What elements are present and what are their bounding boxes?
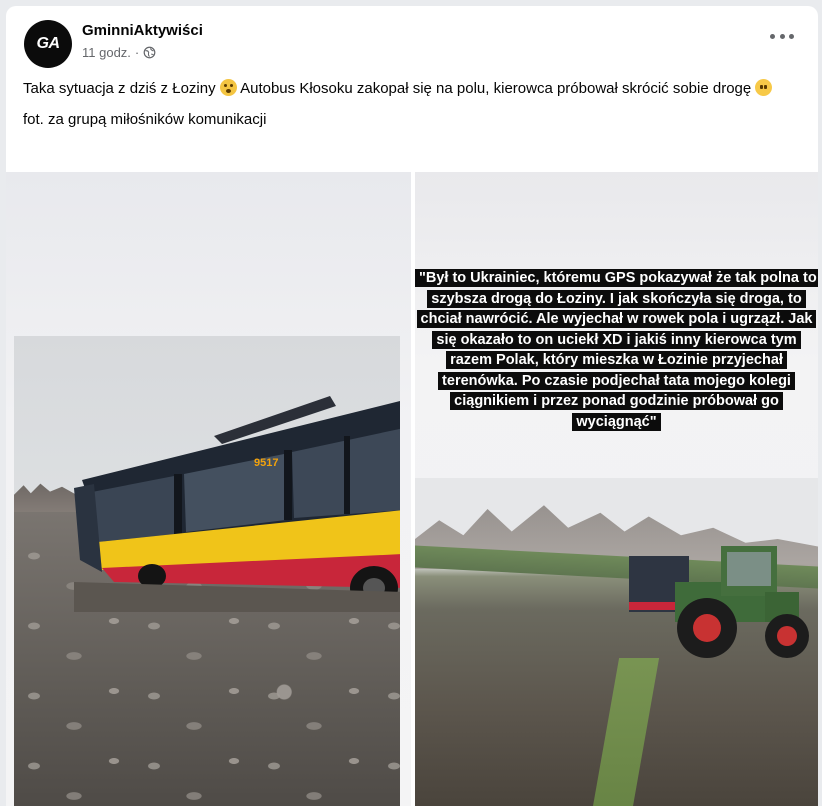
globe-icon[interactable] — [143, 46, 156, 59]
post-card: GA GminniAktywiści 11 godz. · Taka sytua… — [6, 6, 818, 806]
grass-strip — [590, 658, 660, 806]
photo-bus-in-field[interactable]: 9517 — [6, 172, 411, 806]
author-name[interactable]: GminniAktywiści — [82, 22, 203, 39]
post-time[interactable]: 11 godz. — [82, 45, 131, 60]
photo-tractor-story[interactable]: "Był to Ukrainiec, któremu GPS pokazywał… — [415, 172, 818, 806]
neutral-face-emoji-icon — [755, 79, 773, 96]
flushed-face-emoji-icon — [219, 79, 237, 96]
tractor-photo-image — [415, 478, 818, 806]
post-text-part2: Autobus Kłosoku zakopał się na polu, kie… — [240, 80, 752, 97]
photo-credit: fot. za grupą miłośników komunikacji — [23, 111, 267, 128]
more-options-icon[interactable] — [770, 28, 794, 44]
photo-gallery: 9517 "Był to Ukrainiec, któremu GPS poka… — [6, 172, 818, 806]
page-avatar[interactable]: GA — [24, 20, 72, 68]
story-quote-text: "Był to Ukrainiec, któremu GPS pokazywał… — [415, 269, 818, 431]
meta-separator: · — [134, 45, 140, 60]
bus-photo-image: 9517 — [14, 336, 400, 806]
story-text-overlay: "Był to Ukrainiec, któremu GPS pokazywał… — [415, 268, 818, 443]
post-header: GA GminniAktywiści 11 godz. · — [6, 6, 818, 76]
avatar-logo-text: GA — [36, 35, 61, 52]
tractor-illustration — [629, 546, 809, 658]
post-text-paragraph: Taka sytuacja z dziś z Łoziny Autobus Kł… — [23, 77, 803, 100]
post-meta: 11 godz. · — [82, 45, 156, 60]
bus-illustration: 9517 — [74, 396, 400, 612]
post-text: Taka sytuacja z dziś z Łoziny Autobus Kł… — [23, 77, 803, 139]
post-text-part1: Taka sytuacja z dziś z Łoziny — [23, 80, 216, 97]
bus-number: 9517 — [254, 457, 278, 469]
